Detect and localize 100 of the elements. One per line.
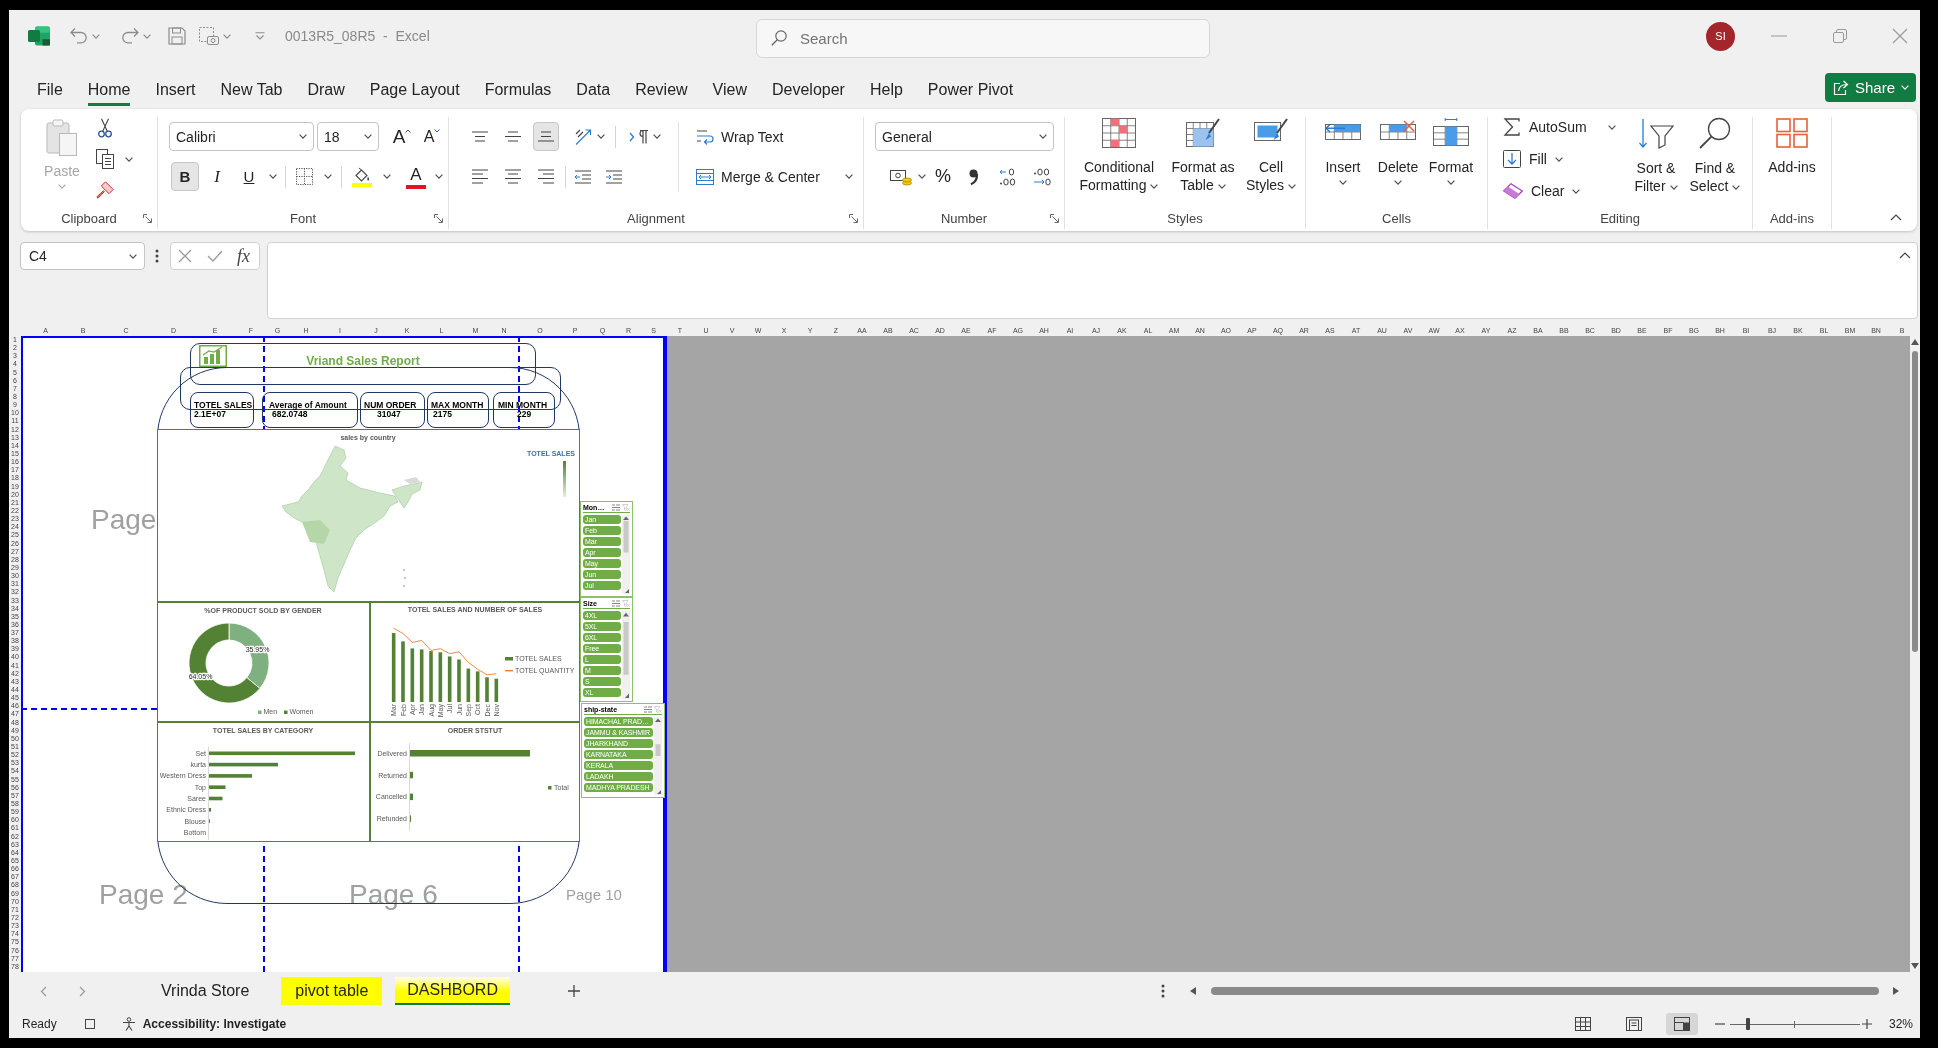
caret-up-icon[interactable] [1899,252,1911,259]
scrollbar-thumb[interactable] [1211,987,1879,995]
multi-select-icon[interactable] [644,705,652,713]
caret-icon[interactable] [918,174,926,179]
grow-font-button[interactable]: A [391,122,413,151]
caret-icon[interactable] [1607,124,1616,130]
merge-center-button[interactable]: Merge & Center [693,162,823,191]
caret-icon[interactable] [435,174,443,179]
up-arrow-icon[interactable] [1911,339,1919,345]
dialog-launcher-icon[interactable] [849,214,858,223]
insert-button[interactable]: Insert [1320,118,1366,185]
paintbrush-icon[interactable] [96,181,114,199]
decrease-indent-icon[interactable] [574,169,592,184]
scrollbar-thumb[interactable] [1912,351,1918,652]
dropdown-icon[interactable] [255,32,265,40]
caret-up-icon[interactable] [1890,214,1902,221]
share-button[interactable]: Share [1824,73,1916,102]
down-arrow-icon[interactable] [1911,963,1919,969]
borders-icon[interactable] [296,168,313,185]
increase-indent-icon[interactable] [605,169,623,184]
save-icon[interactable] [168,27,186,45]
slicer-scrollbar[interactable] [654,717,662,795]
menu-tab[interactable]: Formulas [484,62,552,106]
check-icon[interactable] [207,250,223,262]
clear-button[interactable]: Clear [1500,183,1581,199]
format-as-table-button[interactable]: Format as Table [1163,118,1243,194]
slider-thumb[interactable] [1746,1018,1751,1030]
right-arrow-icon[interactable] [1893,987,1899,995]
insert-function-button[interactable]: fx [237,247,250,265]
money-icon[interactable] [890,167,912,186]
dialog-launcher-icon[interactable] [143,214,152,223]
left-arrow-icon[interactable] [1190,987,1196,995]
undo-icon[interactable] [69,27,89,45]
wrap-text-button[interactable]: Wrap Text [693,122,787,151]
zoom-in-icon[interactable] [1861,1019,1872,1029]
caret-icon[interactable] [653,134,661,139]
menu-tab[interactable]: Insert [155,62,196,106]
angled-text-icon[interactable] [574,127,594,146]
search-field[interactable]: Search [756,18,1210,58]
font-color-button[interactable]: A [406,164,426,189]
menu-tab[interactable]: Developer [772,62,845,106]
fill-button[interactable]: Fill [1500,150,1563,168]
menu-tab[interactable]: Review [635,62,688,106]
multi-select-icon[interactable] [612,599,620,607]
sheet-tab[interactable]: DASHBORD [395,977,510,1005]
menu-tab[interactable]: Data [576,62,611,106]
paragraph-direction-icon[interactable] [629,128,649,145]
redo-icon[interactable] [120,27,140,45]
add-ins-button[interactable]: Add-ins [1762,118,1822,176]
caret-icon[interactable] [125,156,133,162]
caret-icon[interactable] [324,174,332,179]
caret-icon[interactable] [383,174,391,179]
percent-button[interactable]: % [935,162,951,191]
font-size-field[interactable]: 18 [317,122,379,151]
bold-button[interactable]: B [171,162,199,191]
underline-button[interactable]: U [237,162,261,191]
square-outline-icon[interactable] [84,1019,95,1029]
format-button[interactable]: Format [1426,118,1476,185]
menu-tab[interactable]: File [37,62,63,106]
dialog-launcher-icon[interactable] [434,214,443,223]
delete-button[interactable]: Delete [1372,118,1424,185]
number-format-field[interactable]: General [875,122,1054,151]
menu-tab[interactable]: Home [87,62,131,106]
sheet-tab[interactable]: Vrinda Store [149,977,262,1005]
conditional-formatting-button[interactable]: Conditional Formatting [1077,118,1161,194]
capture-icon[interactable] [199,27,219,45]
copy-icon[interactable] [96,149,114,169]
increase-decimal-icon[interactable] [999,167,1017,186]
menu-tab[interactable]: New Tab [220,62,283,106]
decrease-decimal-icon[interactable] [1033,167,1051,186]
menu-tab[interactable]: Power Pivot [927,62,1014,106]
cancel-icon[interactable] [178,249,192,263]
find-select-button[interactable]: Find & Select [1688,117,1742,195]
more-options-icon[interactable] [1161,984,1165,998]
font-name-field[interactable]: Calibri [169,122,314,151]
caret-icon[interactable] [597,134,605,139]
autosum-button[interactable]: AutoSum [1500,118,1587,136]
accessibility-status[interactable]: Accessibility: Investigate [142,1017,287,1031]
formula-input[interactable] [267,242,1918,319]
comma-style-icon[interactable] [969,168,979,185]
plus-icon[interactable] [567,985,580,997]
name-box[interactable]: C4 [20,242,145,270]
accessibility-icon[interactable] [121,1017,136,1031]
menu-tab[interactable]: View [712,62,747,106]
slicer-scrollbar[interactable] [622,515,630,594]
sort-filter-button[interactable]: Sort & Filter [1628,117,1684,195]
scissors-icon[interactable] [98,118,112,138]
fill-bucket-icon[interactable] [352,166,372,187]
dialog-launcher-icon[interactable] [1050,214,1059,223]
page-break-preview-button[interactable] [1665,1013,1698,1035]
caret-icon[interactable] [269,174,277,179]
multi-select-icon[interactable] [612,503,620,511]
slicer-scrollbar[interactable] [622,611,630,699]
shrink-font-button[interactable]: A [421,122,443,151]
italic-button[interactable]: I [205,162,229,191]
menu-tab[interactable]: Draw [307,62,345,106]
sheet-tab[interactable]: pivot table [281,977,383,1005]
menu-tab[interactable]: Help [869,62,903,106]
cell-styles-button[interactable]: Cell Styles [1243,118,1299,194]
menu-tab[interactable]: Page Layout [369,62,460,106]
